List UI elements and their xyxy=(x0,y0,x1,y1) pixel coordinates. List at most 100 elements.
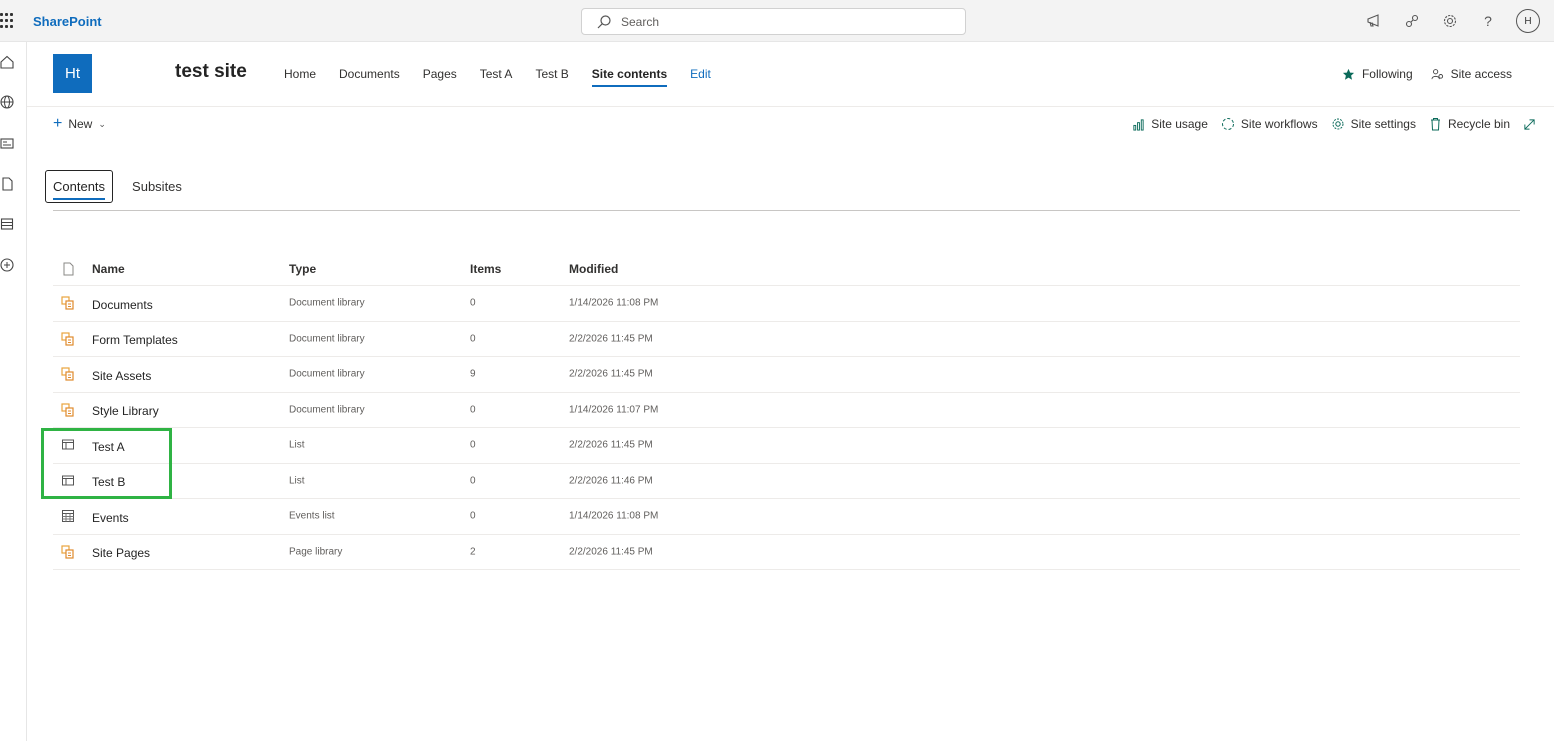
lists-icon[interactable] xyxy=(0,217,14,231)
plus-icon: + xyxy=(53,115,63,132)
row-name-link[interactable]: Style Library xyxy=(92,404,159,418)
row-items: 0 xyxy=(470,510,476,522)
recycle-bin-button[interactable]: Recycle bin xyxy=(1429,117,1510,131)
row-type: Page library xyxy=(289,546,343,558)
row-type: List xyxy=(289,439,305,451)
suite-bar: SharePoint Search ? H xyxy=(0,0,1554,42)
nav-pages[interactable]: Pages xyxy=(423,67,457,87)
site-usage-button[interactable]: Site usage xyxy=(1132,117,1208,131)
row-modified: 2/2/2026 11:45 PM xyxy=(569,439,653,451)
row-name-link[interactable]: Events xyxy=(92,511,129,525)
row-items: 0 xyxy=(470,333,476,345)
avatar[interactable]: H xyxy=(1516,9,1540,33)
top-navigation: Home Documents Pages Test A Test B Site … xyxy=(284,67,734,87)
site-usage-label: Site usage xyxy=(1151,117,1208,131)
nav-documents[interactable]: Documents xyxy=(339,67,400,87)
row-name-link[interactable]: Test A xyxy=(92,440,125,454)
create-icon[interactable] xyxy=(0,258,14,272)
row-name-link[interactable]: Site Assets xyxy=(92,369,151,383)
site-settings-label: Site settings xyxy=(1350,117,1416,131)
row-modified: 1/14/2026 11:07 PM xyxy=(569,404,659,416)
row-items: 2 xyxy=(470,546,476,558)
workflow-icon xyxy=(1221,118,1234,130)
chevron-down-icon: ⌄ xyxy=(98,118,106,129)
site-access-button[interactable]: Site access xyxy=(1431,67,1512,81)
row-type: Document library xyxy=(289,404,365,416)
library-icon xyxy=(61,367,75,381)
new-button[interactable]: + New ⌄ xyxy=(53,115,106,132)
table-row[interactable]: Test A List 0 2/2/2026 11:45 PM xyxy=(53,428,1520,464)
row-name-link[interactable]: Form Templates xyxy=(92,333,178,347)
help-icon[interactable]: ? xyxy=(1478,11,1498,31)
file-icon[interactable] xyxy=(0,177,14,191)
people-icon xyxy=(1431,68,1443,79)
nav-test-b[interactable]: Test B xyxy=(535,67,568,87)
row-name-link[interactable]: Documents xyxy=(92,298,153,312)
table-row[interactable]: Site Pages Page library 2 2/2/2026 11:45 PM xyxy=(53,535,1520,570)
row-type: Document library xyxy=(289,368,365,380)
site-contents-table: Name Type Items Modified Documents Docume… xyxy=(53,252,1520,570)
table-row[interactable]: Events Events list 0 1/14/2026 11:08 PM xyxy=(53,499,1520,535)
row-modified: 1/14/2026 11:08 PM xyxy=(569,510,659,522)
row-type: Document library xyxy=(289,333,365,345)
following-button[interactable]: Following xyxy=(1342,67,1413,81)
library-icon xyxy=(61,332,75,346)
share-icon[interactable] xyxy=(1402,11,1422,31)
app-launcher-icon[interactable] xyxy=(0,13,16,29)
column-modified[interactable]: Modified xyxy=(569,262,618,276)
recycle-bin-label: Recycle bin xyxy=(1447,117,1510,131)
news-icon[interactable] xyxy=(0,136,14,150)
nav-site-contents[interactable]: Site contents xyxy=(591,67,668,87)
site-access-label: Site access xyxy=(1450,67,1512,81)
site-title[interactable]: test site xyxy=(175,61,247,83)
column-type[interactable]: Type xyxy=(289,262,316,276)
row-items: 9 xyxy=(470,368,476,380)
column-items[interactable]: Items xyxy=(470,262,501,276)
row-modified: 1/14/2026 11:08 PM xyxy=(569,297,659,309)
row-modified: 2/2/2026 11:45 PM xyxy=(569,368,653,380)
column-name[interactable]: Name xyxy=(92,262,125,276)
row-modified: 2/2/2026 11:45 PM xyxy=(569,546,653,558)
megaphone-icon[interactable] xyxy=(1364,11,1384,31)
expand-icon[interactable] xyxy=(1523,118,1536,131)
library-icon xyxy=(61,403,75,417)
table-row[interactable]: Form Templates Document library 0 2/2/2026 … xyxy=(53,322,1520,357)
list-icon xyxy=(61,438,75,452)
tab-subsites[interactable]: Subsites xyxy=(125,171,189,202)
row-items: 0 xyxy=(470,404,476,416)
row-items: 0 xyxy=(470,475,476,487)
site-logo[interactable]: Ht xyxy=(53,54,92,93)
row-type: Events list xyxy=(289,510,335,522)
tab-contents[interactable]: Contents xyxy=(45,170,114,203)
row-items: 0 xyxy=(470,297,476,309)
row-name-link[interactable]: Site Pages xyxy=(92,546,150,560)
nav-edit-link[interactable]: Edit xyxy=(690,67,711,87)
row-modified: 2/2/2026 11:45 PM xyxy=(569,333,653,345)
tabs-divider xyxy=(53,210,1520,211)
command-actions: Site usage Site workflows Site settings … xyxy=(1132,117,1536,131)
table-row[interactable]: Test B List 0 2/2/2026 11:46 PM xyxy=(53,464,1520,499)
site-settings-button[interactable]: Site settings xyxy=(1331,117,1416,131)
row-name-link[interactable]: Test B xyxy=(92,475,125,489)
search-box[interactable]: Search xyxy=(581,8,966,35)
left-app-rail xyxy=(0,42,27,741)
gear-icon[interactable] xyxy=(1440,11,1460,31)
nav-test-a[interactable]: Test A xyxy=(480,67,513,87)
home-icon[interactable] xyxy=(0,55,14,69)
table-row[interactable]: Style Library Document library 0 1/14/2026 … xyxy=(53,393,1520,428)
nav-home[interactable]: Home xyxy=(284,67,316,87)
library-icon xyxy=(61,296,75,310)
search-placeholder: Search xyxy=(621,15,660,29)
globe-icon[interactable] xyxy=(0,95,14,109)
table-row[interactable]: Site Assets Document library 9 2/2/2026 11:… xyxy=(53,357,1520,393)
calendar-icon xyxy=(61,509,75,523)
row-type: Document library xyxy=(289,297,365,309)
following-label: Following xyxy=(1361,67,1413,81)
chart-icon xyxy=(1133,118,1144,131)
sharepoint-brand-link[interactable]: SharePoint xyxy=(33,14,102,29)
content-tabs: Contents Subsites xyxy=(45,170,189,203)
site-workflows-button[interactable]: Site workflows xyxy=(1221,117,1318,131)
new-label: New xyxy=(68,117,93,131)
trash-icon xyxy=(1430,118,1440,131)
table-row[interactable]: Documents Document library 0 1/14/2026 11:0… xyxy=(53,286,1520,322)
